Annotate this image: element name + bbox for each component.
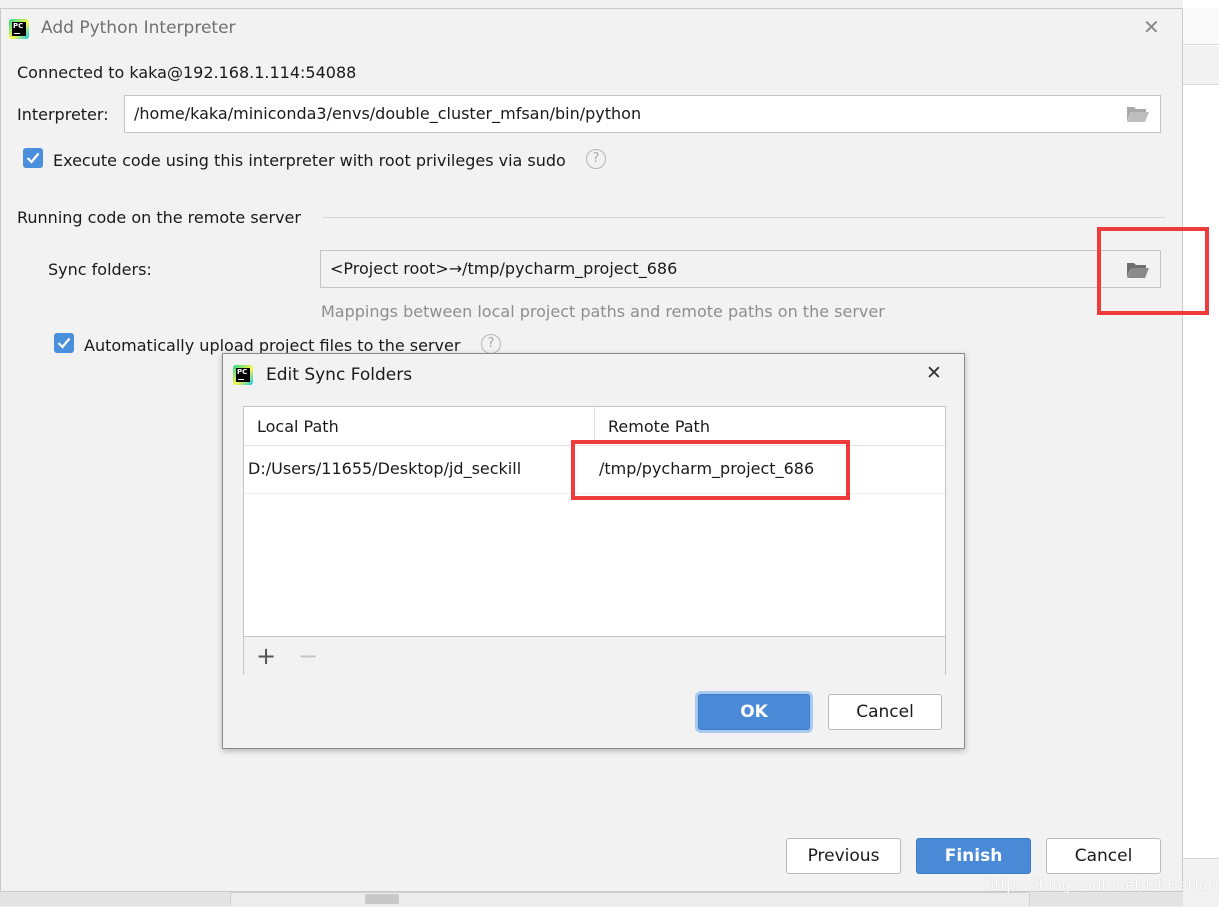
highlight-box <box>571 440 850 500</box>
section-separator <box>323 217 1165 218</box>
pycharm-app-icon: PC <box>233 365 253 385</box>
local-path-cell[interactable]: D:/Users/11655/Desktop/jd_seckill <box>248 459 521 478</box>
sudo-checkbox[interactable] <box>23 148 43 168</box>
table-toolbar: + − <box>244 636 945 676</box>
interpreter-path-value: /home/kaka/miniconda3/envs/double_cluste… <box>134 104 642 123</box>
background-field <box>1183 8 1219 45</box>
ok-button[interactable]: OK <box>698 694 810 730</box>
interpreter-path-field[interactable]: /home/kaka/miniconda3/envs/double_cluste… <box>124 95 1161 133</box>
dialog-title: Add Python Interpreter <box>41 18 236 38</box>
close-icon[interactable]: ✕ <box>1143 15 1160 39</box>
column-header-remote-path[interactable]: Remote Path <box>608 417 710 436</box>
sudo-checkbox-label: Execute code using this interpreter with… <box>53 151 566 170</box>
background-window <box>1183 0 1219 907</box>
interpreter-label: Interpreter: <box>17 105 109 124</box>
remove-icon[interactable]: − <box>294 641 322 671</box>
auto-upload-checkbox[interactable] <box>54 333 74 353</box>
close-icon[interactable]: ✕ <box>926 362 942 384</box>
background-field <box>1183 46 1219 85</box>
previous-button[interactable]: Previous <box>786 838 901 874</box>
connection-status: Connected to kaka@192.168.1.114:54088 <box>17 63 357 82</box>
help-icon[interactable]: ? <box>586 149 606 169</box>
highlight-box <box>1097 227 1209 315</box>
cancel-button[interactable]: Cancel <box>1046 838 1161 874</box>
sync-cancel-button[interactable]: Cancel <box>828 694 942 730</box>
add-icon[interactable]: + <box>252 641 280 671</box>
help-icon[interactable]: ? <box>481 334 501 354</box>
section-title: Running code on the remote server <box>17 208 301 227</box>
sync-dialog-title: Edit Sync Folders <box>266 365 413 385</box>
background-scrollbar <box>230 892 1030 906</box>
pycharm-app-icon: PC <box>9 19 29 39</box>
watermark: https://blog.csdn.net/lzhHaHaHa <box>985 876 1219 894</box>
background-scrollbar-thumb[interactable] <box>365 894 399 904</box>
column-header-local-path[interactable]: Local Path <box>257 417 339 436</box>
edit-sync-folders-dialog: PC Edit Sync Folders ✕ Local Path Remote… <box>222 353 965 749</box>
sync-folders-value: <Project root>→/tmp/pycharm_project_686 <box>330 259 678 278</box>
sync-folders-label: Sync folders: <box>48 260 152 279</box>
dialog-titlebar: PC Add Python Interpreter ✕ <box>1 9 1182 49</box>
background-scrollbar-area <box>0 892 1183 906</box>
folder-open-icon[interactable] <box>1126 105 1150 123</box>
sync-folders-hint: Mappings between local project paths and… <box>321 302 885 321</box>
sync-folders-field[interactable]: <Project root>→/tmp/pycharm_project_686 <box>320 250 1161 288</box>
finish-button[interactable]: Finish <box>916 838 1031 874</box>
